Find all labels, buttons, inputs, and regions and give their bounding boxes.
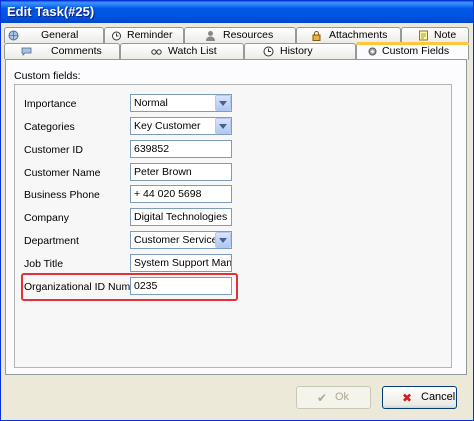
company-field[interactable]: Digital Technologies: [130, 208, 232, 226]
alarm-clock-icon: [112, 31, 121, 41]
job-title-field[interactable]: System Support Manag: [130, 254, 232, 272]
tab-history[interactable]: History: [244, 43, 356, 59]
chevron-down-icon[interactable]: [215, 232, 231, 248]
importance-value: Normal: [134, 97, 168, 109]
tab-comments[interactable]: Comments: [4, 43, 120, 59]
tab-label: Note: [434, 29, 457, 41]
department-value: Customer Service: [134, 234, 218, 246]
organizational-id-number-field[interactable]: 0235: [130, 277, 232, 295]
cancel-button[interactable]: ✖ Cancel: [382, 386, 457, 409]
tab-custom-fields[interactable]: Custom Fields: [356, 42, 469, 60]
chevron-down-icon[interactable]: [215, 118, 231, 134]
tab-watch-list[interactable]: Watch List: [120, 43, 244, 59]
field-label-categories: Categories: [24, 121, 75, 133]
ok-button-label: Ok: [335, 391, 350, 403]
field-label-customer-name: Customer Name: [24, 167, 101, 179]
field-label-job-title: Job Title: [24, 258, 64, 270]
gear-icon: [368, 47, 377, 56]
tab-reminder[interactable]: Reminder: [104, 27, 184, 43]
tab-general[interactable]: General: [4, 27, 104, 43]
tab-label: General: [41, 29, 79, 41]
user-icon: [206, 31, 215, 41]
history-icon: [263, 46, 274, 57]
tab-label: Comments: [51, 45, 102, 57]
note-icon: [419, 30, 428, 41]
checkmark-icon: ✔: [317, 391, 328, 405]
tab-label: Reminder: [127, 29, 173, 41]
comment-bubble-icon: [21, 47, 32, 56]
customer-id-field[interactable]: 639852: [130, 140, 232, 158]
customer-name-field[interactable]: Peter Brown: [130, 163, 232, 181]
ok-button[interactable]: ✔ Ok: [296, 386, 371, 409]
importance-dropdown[interactable]: Normal: [130, 94, 232, 112]
business-phone-field[interactable]: + 44 020 5698: [130, 185, 232, 203]
department-dropdown[interactable]: Customer Service: [130, 231, 232, 249]
field-label-importance: Importance: [24, 98, 77, 110]
custom-fields-section-label: Custom fields:: [14, 70, 81, 82]
title-bar[interactable]: Edit Task(#25): [1, 1, 473, 23]
tab-note[interactable]: Note: [401, 27, 469, 43]
lock-icon: [312, 31, 321, 41]
tab-label: Custom Fields: [382, 45, 450, 57]
tab-label: Watch List: [168, 45, 217, 57]
tab-label: Attachments: [329, 29, 388, 41]
close-icon: ✖: [402, 391, 413, 405]
cancel-button-label: Cancel: [421, 391, 456, 403]
categories-dropdown[interactable]: Key Customer: [130, 117, 232, 135]
tab-label: History: [280, 45, 313, 57]
glasses-icon: [151, 49, 162, 55]
field-label-customer-id: Customer ID: [24, 144, 83, 156]
window-title: Edit Task(#25): [7, 4, 95, 19]
tab-resources[interactable]: Resources: [184, 27, 296, 43]
field-label-company: Company: [24, 212, 69, 224]
field-label-business-phone: Business Phone: [24, 189, 100, 201]
globe-icon: [8, 30, 19, 41]
chevron-down-icon[interactable]: [215, 95, 231, 111]
field-label-organizational-id-number: Organizational ID Number: [24, 281, 146, 293]
tab-label: Resources: [223, 29, 274, 41]
tab-attachments[interactable]: Attachments: [296, 27, 401, 43]
custom-fields-group: [14, 84, 452, 368]
field-label-department: Department: [24, 235, 79, 247]
categories-value: Key Customer: [134, 120, 201, 132]
